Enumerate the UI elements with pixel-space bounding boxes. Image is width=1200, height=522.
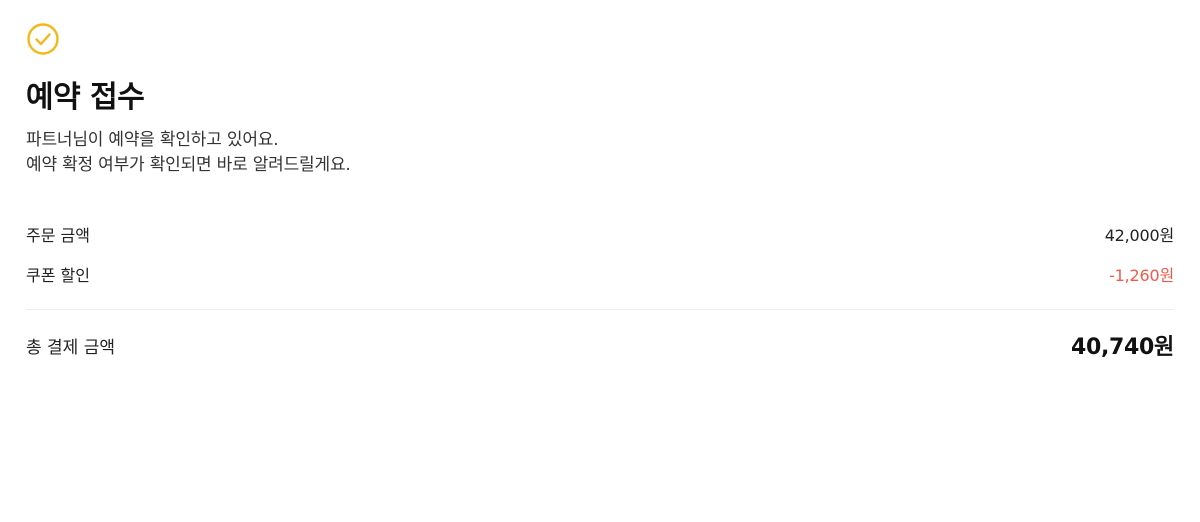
reservation-status-panel: 예약 접수 파트너님이 예약을 확인하고 있어요. 예약 확정 여부가 확인되면…: [26, 22, 1174, 370]
total-payment-value: 40,740원: [1070, 335, 1174, 360]
status-title: 예약 접수: [26, 80, 145, 115]
coupon-discount-label: 쿠폰 할인: [26, 266, 90, 285]
status-description-line: 파트너님이 예약을 확인하고 있어요.: [26, 130, 279, 150]
order-amount-value: 42,000원: [1104, 226, 1175, 245]
status-description-line: 예약 확정 여부가 확인되면 바로 알려드릴게요.: [26, 155, 351, 175]
coupon-discount-row: 쿠폰 할인 -1,260원: [26, 254, 1174, 294]
total-payment-row: 총 결제 금액 40,740원: [26, 320, 1174, 370]
payment-summary: 주문 금액 42,000원 쿠폰 할인 -1,260원 총 결제 금액 40,7…: [26, 214, 1174, 370]
divider: [26, 309, 1174, 310]
total-payment-label: 총 결제 금액: [26, 337, 116, 358]
coupon-discount-value: -1,260원: [1109, 266, 1174, 285]
status-description: 파트너님이 예약을 확인하고 있어요. 예약 확정 여부가 확인되면 바로 알려…: [26, 128, 1174, 178]
order-amount-label: 주문 금액: [26, 226, 90, 245]
check-circle-icon: [27, 23, 59, 55]
order-amount-row: 주문 금액 42,000원: [26, 214, 1174, 254]
